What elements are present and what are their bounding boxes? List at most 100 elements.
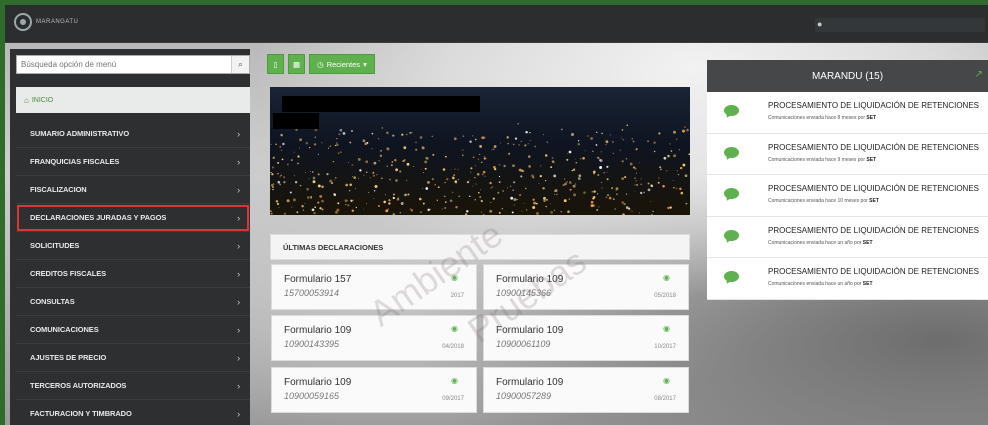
notification-meta: Comunicaciones enviada hace 8 meses por — [768, 115, 865, 121]
sidebar-item-declaraciones-juradas-y-pagos[interactable]: DECLARACIONES JURADAS Y PAGOS › — [16, 204, 250, 232]
chat-bubble-icon — [724, 271, 739, 283]
recent-dropdown[interactable]: ◷ Recientes ▾ — [309, 54, 375, 74]
declaration-number: 10900143395 — [284, 339, 340, 349]
sidebar-item-comunicaciones[interactable]: COMUNICACIONES › — [16, 316, 250, 344]
eye-icon[interactable]: ◉ — [451, 376, 458, 385]
sidebar-item-sumario-administrativo[interactable]: SUMARIO ADMINISTRATIVO › — [16, 120, 250, 148]
notification-item[interactable]: PROCESAMIENTO DE LIQUIDACIÓN DE RETENCIO… — [707, 258, 988, 300]
chevron-right-icon: › — [237, 380, 240, 391]
declaration-date: 04/2018 — [442, 344, 464, 350]
sidebar-item-label: CREDITOS FISCALES — [30, 269, 107, 278]
calculator-icon: ▦ — [292, 59, 301, 69]
eye-icon[interactable]: ◉ — [451, 273, 458, 282]
sidebar-item-inicio[interactable]: ⌂ INICIO — [16, 87, 250, 113]
declaration-card[interactable]: Formulario 109 10900061109 ◉ 10/2017 — [483, 315, 689, 361]
notification-subtitle: Comunicaciones enviada hace 8 meses por … — [768, 115, 876, 121]
declaration-number: 10900057289 — [496, 391, 552, 401]
notification-sender: SET — [862, 281, 873, 288]
notification-item[interactable]: PROCESAMIENTO DE LIQUIDACIÓN DE RETENCIO… — [707, 175, 988, 217]
declaration-title: Formulario 109 — [284, 325, 352, 336]
logo-icon — [14, 13, 32, 31]
chevron-right-icon: › — [237, 184, 240, 195]
chat-bubble-icon — [724, 188, 739, 200]
declaration-card[interactable]: Formulario 157 15700053914 ◉ 2017 — [271, 264, 477, 310]
notification-title: PROCESAMIENTO DE LIQUIDACIÓN DE RETENCIO… — [768, 225, 979, 235]
calculator-button[interactable]: ▦ — [288, 54, 305, 74]
sidebar-item-solicitudes[interactable]: SOLICITUDES › — [16, 232, 250, 260]
file-icon: ▯ — [273, 59, 278, 69]
chat-bubble-icon — [724, 146, 739, 158]
user-icon: ● — [817, 19, 823, 29]
declaration-title: Formulario 109 — [496, 274, 564, 285]
search-icon[interactable]: ⌕ — [231, 56, 249, 73]
chevron-right-icon: › — [237, 128, 240, 139]
notification-sender: SET — [866, 115, 877, 121]
sidebar-item-label: COMUNICACIONES — [30, 325, 99, 334]
notification-title: PROCESAMIENTO DE LIQUIDACIÓN DE RETENCIO… — [768, 267, 979, 277]
chevron-right-icon: › — [237, 212, 240, 223]
user-menu[interactable]: ● — [815, 18, 985, 32]
sidebar-item-label: CONSULTAS — [30, 297, 75, 306]
top-bar: MARANGATU ● — [5, 5, 988, 43]
sidebar-item-label: AJUSTES DE PRECIO — [30, 353, 107, 362]
notification-sender: SET — [869, 198, 879, 205]
declaration-number: 10900059165 — [284, 391, 340, 401]
eye-icon[interactable]: ◉ — [663, 376, 670, 385]
eye-icon[interactable]: ◉ — [451, 324, 458, 333]
sidebar-item-franquicias-fiscales[interactable]: FRANQUICIAS FISCALES › — [16, 148, 250, 176]
notification-meta: Comunicaciones enviada hace 10 meses por — [768, 198, 868, 205]
chevron-right-icon: › — [237, 408, 240, 419]
external-link-icon[interactable]: ↗ — [975, 69, 983, 80]
sidebar-item-label: SOLICITUDES — [30, 241, 80, 250]
declaration-title: Formulario 157 — [284, 274, 352, 285]
declaration-card[interactable]: Formulario 109 10900145366 ◉ 05/2018 — [483, 264, 689, 310]
menu-search-input[interactable] — [17, 56, 231, 73]
declaration-card[interactable]: Formulario 109 10900057289 ◉ 08/2017 — [483, 367, 689, 413]
notification-item[interactable]: PROCESAMIENTO DE LIQUIDACIÓN DE RETENCIO… — [707, 92, 988, 134]
notification-item[interactable]: PROCESAMIENTO DE LIQUIDACIÓN DE RETENCIO… — [707, 134, 988, 176]
chevron-right-icon: › — [237, 324, 240, 335]
notification-meta: Comunicaciones enviada hace 9 meses por — [768, 156, 865, 163]
declaration-date: 09/2017 — [442, 396, 464, 402]
caret-down-icon: ▾ — [363, 59, 367, 69]
declarations-header: ÚLTIMAS DECLARACIONES — [270, 234, 690, 260]
logo[interactable]: MARANGATU — [14, 13, 78, 31]
declaration-number: 10900061109 — [496, 339, 551, 349]
sidebar-item-terceros-autorizados[interactable]: TERCEROS AUTORIZADOS › — [16, 372, 250, 400]
eye-icon[interactable]: ◉ — [663, 273, 670, 282]
app-frame: MARANGATU ● ⌕ ⌂ INICIO SUMARIO ADMINISTR… — [5, 5, 988, 425]
recent-label: Recientes — [326, 59, 361, 69]
notification-subtitle: Comunicaciones enviada hace un año por S… — [768, 240, 873, 246]
sidebar-item-creditos-fiscales[interactable]: CREDITOS FISCALES › — [16, 260, 250, 288]
new-document-button[interactable]: ▯ — [267, 54, 284, 74]
declaration-card[interactable]: Formulario 109 10900059165 ◉ 09/2017 — [271, 367, 477, 413]
notification-title: PROCESAMIENTO DE LIQUIDACIÓN DE RETENCIO… — [768, 101, 979, 110]
notification-sender: SET — [866, 156, 877, 163]
sidebar-item-consultas[interactable]: CONSULTAS › — [16, 288, 250, 316]
declaration-title: Formulario 109 — [496, 377, 564, 388]
declaration-card[interactable]: Formulario 109 10900143395 ◉ 04/2018 — [271, 315, 477, 361]
notifications-header: MARANDU (15) ↗ — [707, 60, 988, 92]
notification-subtitle: Comunicaciones enviada hace 9 meses por … — [768, 157, 876, 163]
declaration-date: 08/2017 — [654, 396, 676, 402]
sidebar-item-label: FISCALIZACION — [30, 185, 87, 194]
sidebar-item-label: FACTURACION Y TIMBRADO — [30, 409, 132, 418]
sidebar: ⌕ ⌂ INICIO SUMARIO ADMINISTRATIVO›FRANQU… — [10, 49, 250, 425]
declaration-number: 15700053914 — [284, 288, 340, 298]
sidebar-item-fiscalizacion[interactable]: FISCALIZACION › — [16, 176, 250, 204]
chevron-right-icon: › — [237, 156, 240, 167]
declaration-date: 2017 — [450, 293, 464, 299]
redacted-block — [282, 96, 480, 112]
notification-subtitle: Comunicaciones enviada hace un año por S… — [768, 281, 873, 287]
sidebar-item-facturacion-y-timbrado[interactable]: FACTURACION Y TIMBRADO › — [16, 400, 250, 425]
sidebar-item-label: TERCEROS AUTORIZADOS — [30, 381, 127, 390]
notification-item[interactable]: PROCESAMIENTO DE LIQUIDACIÓN DE RETENCIO… — [707, 217, 988, 259]
chevron-right-icon: › — [237, 352, 240, 363]
notification-title: PROCESAMIENTO DE LIQUIDACIÓN DE RETENCIO… — [768, 142, 979, 152]
eye-icon[interactable]: ◉ — [663, 324, 670, 333]
sidebar-item-label: INICIO — [31, 96, 54, 104]
notification-sender: SET — [862, 239, 873, 246]
sidebar-item-label: DECLARACIONES JURADAS Y PAGOS — [30, 213, 167, 222]
declaration-date: 10/2017 — [654, 344, 676, 350]
sidebar-item-ajustes-de-precio[interactable]: AJUSTES DE PRECIO › — [16, 344, 250, 372]
